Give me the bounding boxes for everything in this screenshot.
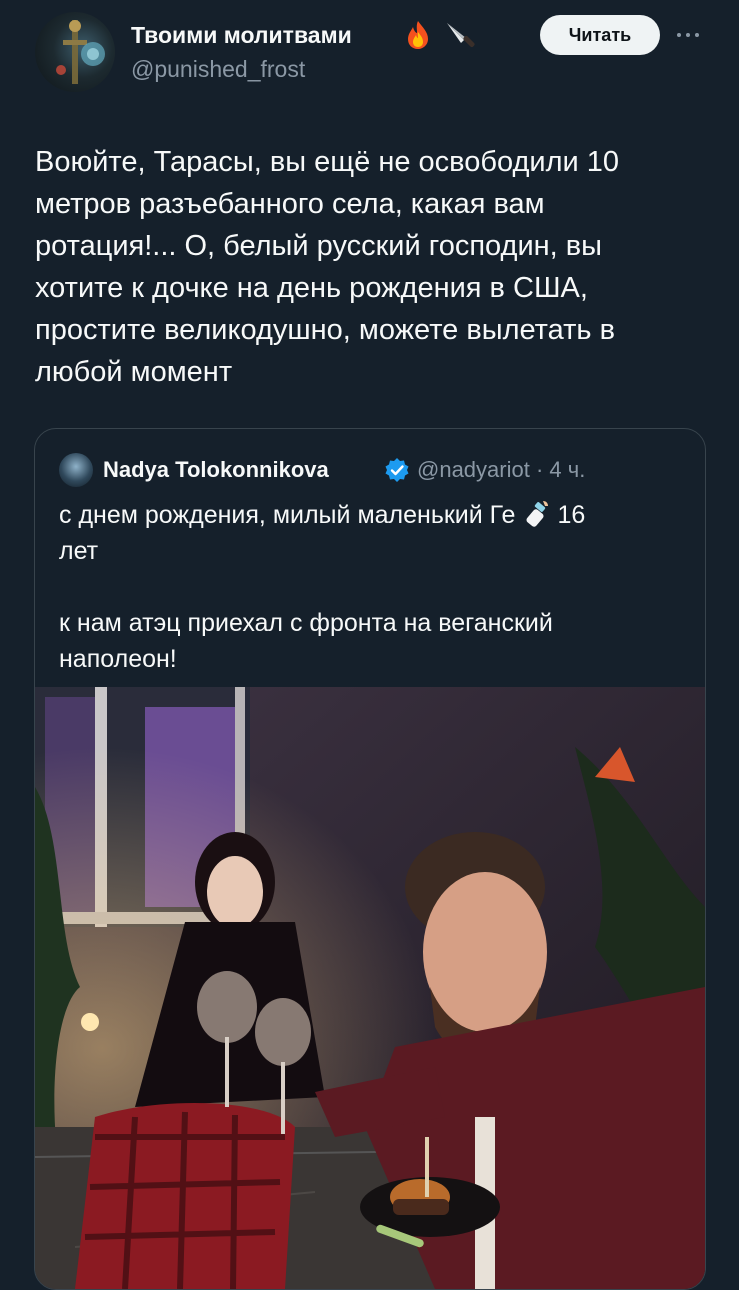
knife-emoji-icon: [442, 18, 476, 52]
quote-text-spacer: [59, 569, 689, 605]
fire-emoji-icon: [401, 18, 435, 52]
quote-text-fragment: 16: [557, 501, 586, 529]
quote-author-handle-time[interactable]: @nadyariot · 4 ч.: [417, 457, 585, 483]
tweet-text-line: ротация!... О, белый русский господин, в…: [35, 230, 603, 262]
quote-text-line: с днем рождения, милый маленький Ге 16: [59, 497, 689, 533]
tweet-header: Твоими молитвами @punished_frost Читать: [0, 0, 739, 110]
verified-badge-icon: [384, 457, 410, 483]
quote-text: с днем рождения, милый маленький Ге 16 л…: [59, 497, 689, 677]
tweet-text: Воюйте, Тарасы, вы ещё не освободили 10 …: [35, 141, 705, 393]
author-display-name[interactable]: Твоими молитвами: [131, 22, 352, 49]
quote-author-avatar[interactable]: [59, 453, 93, 487]
tweet-text-line: метров разъебанного села, какая вам: [35, 188, 545, 220]
quote-text-line: к нам атэц приехал с фронта на веганский: [59, 609, 553, 637]
quote-photo[interactable]: [35, 687, 705, 1289]
tweet-text-line: хотите к дочке на день рождения в США,: [35, 272, 588, 304]
quote-text-line: лет: [59, 537, 99, 565]
more-icon[interactable]: [675, 25, 701, 45]
follow-button[interactable]: Читать: [540, 15, 660, 55]
tweet-text-line: Воюйте, Тарасы, вы ещё не освободили 10: [35, 146, 620, 178]
tweet-text-line: простите великодушно, можете вылетать в: [35, 314, 615, 346]
author-avatar[interactable]: [35, 12, 115, 92]
baby-bottle-emoji-icon: [521, 498, 551, 528]
quote-author-name[interactable]: Nadya Tolokonnikova: [103, 457, 329, 483]
quoted-tweet[interactable]: Nadya Tolokonnikova @nadyariot · 4 ч. с …: [34, 428, 706, 1290]
author-handle[interactable]: @punished_frost: [131, 56, 305, 83]
tweet-text-line: любой момент: [35, 356, 233, 388]
quote-text-fragment: с днем рождения, милый маленький Ге: [59, 501, 516, 529]
quote-text-line: наполеон!: [59, 645, 177, 673]
